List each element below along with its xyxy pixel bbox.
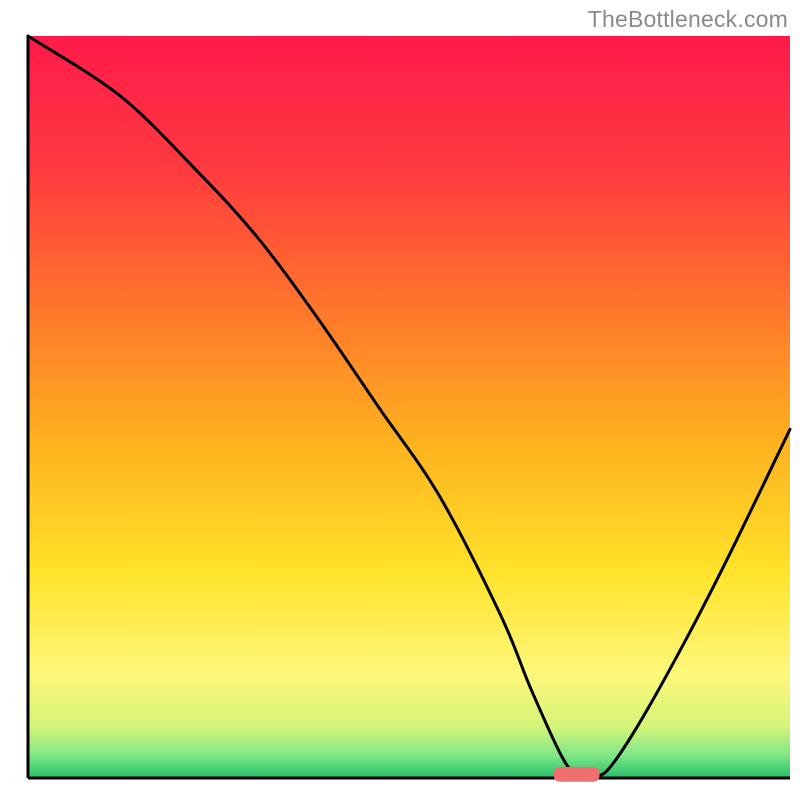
watermark-text: TheBottleneck.com <box>588 6 788 33</box>
optimal-marker <box>554 767 600 782</box>
plot-background <box>28 36 790 778</box>
chart-svg <box>0 0 800 800</box>
chart-container: TheBottleneck.com <box>0 0 800 800</box>
